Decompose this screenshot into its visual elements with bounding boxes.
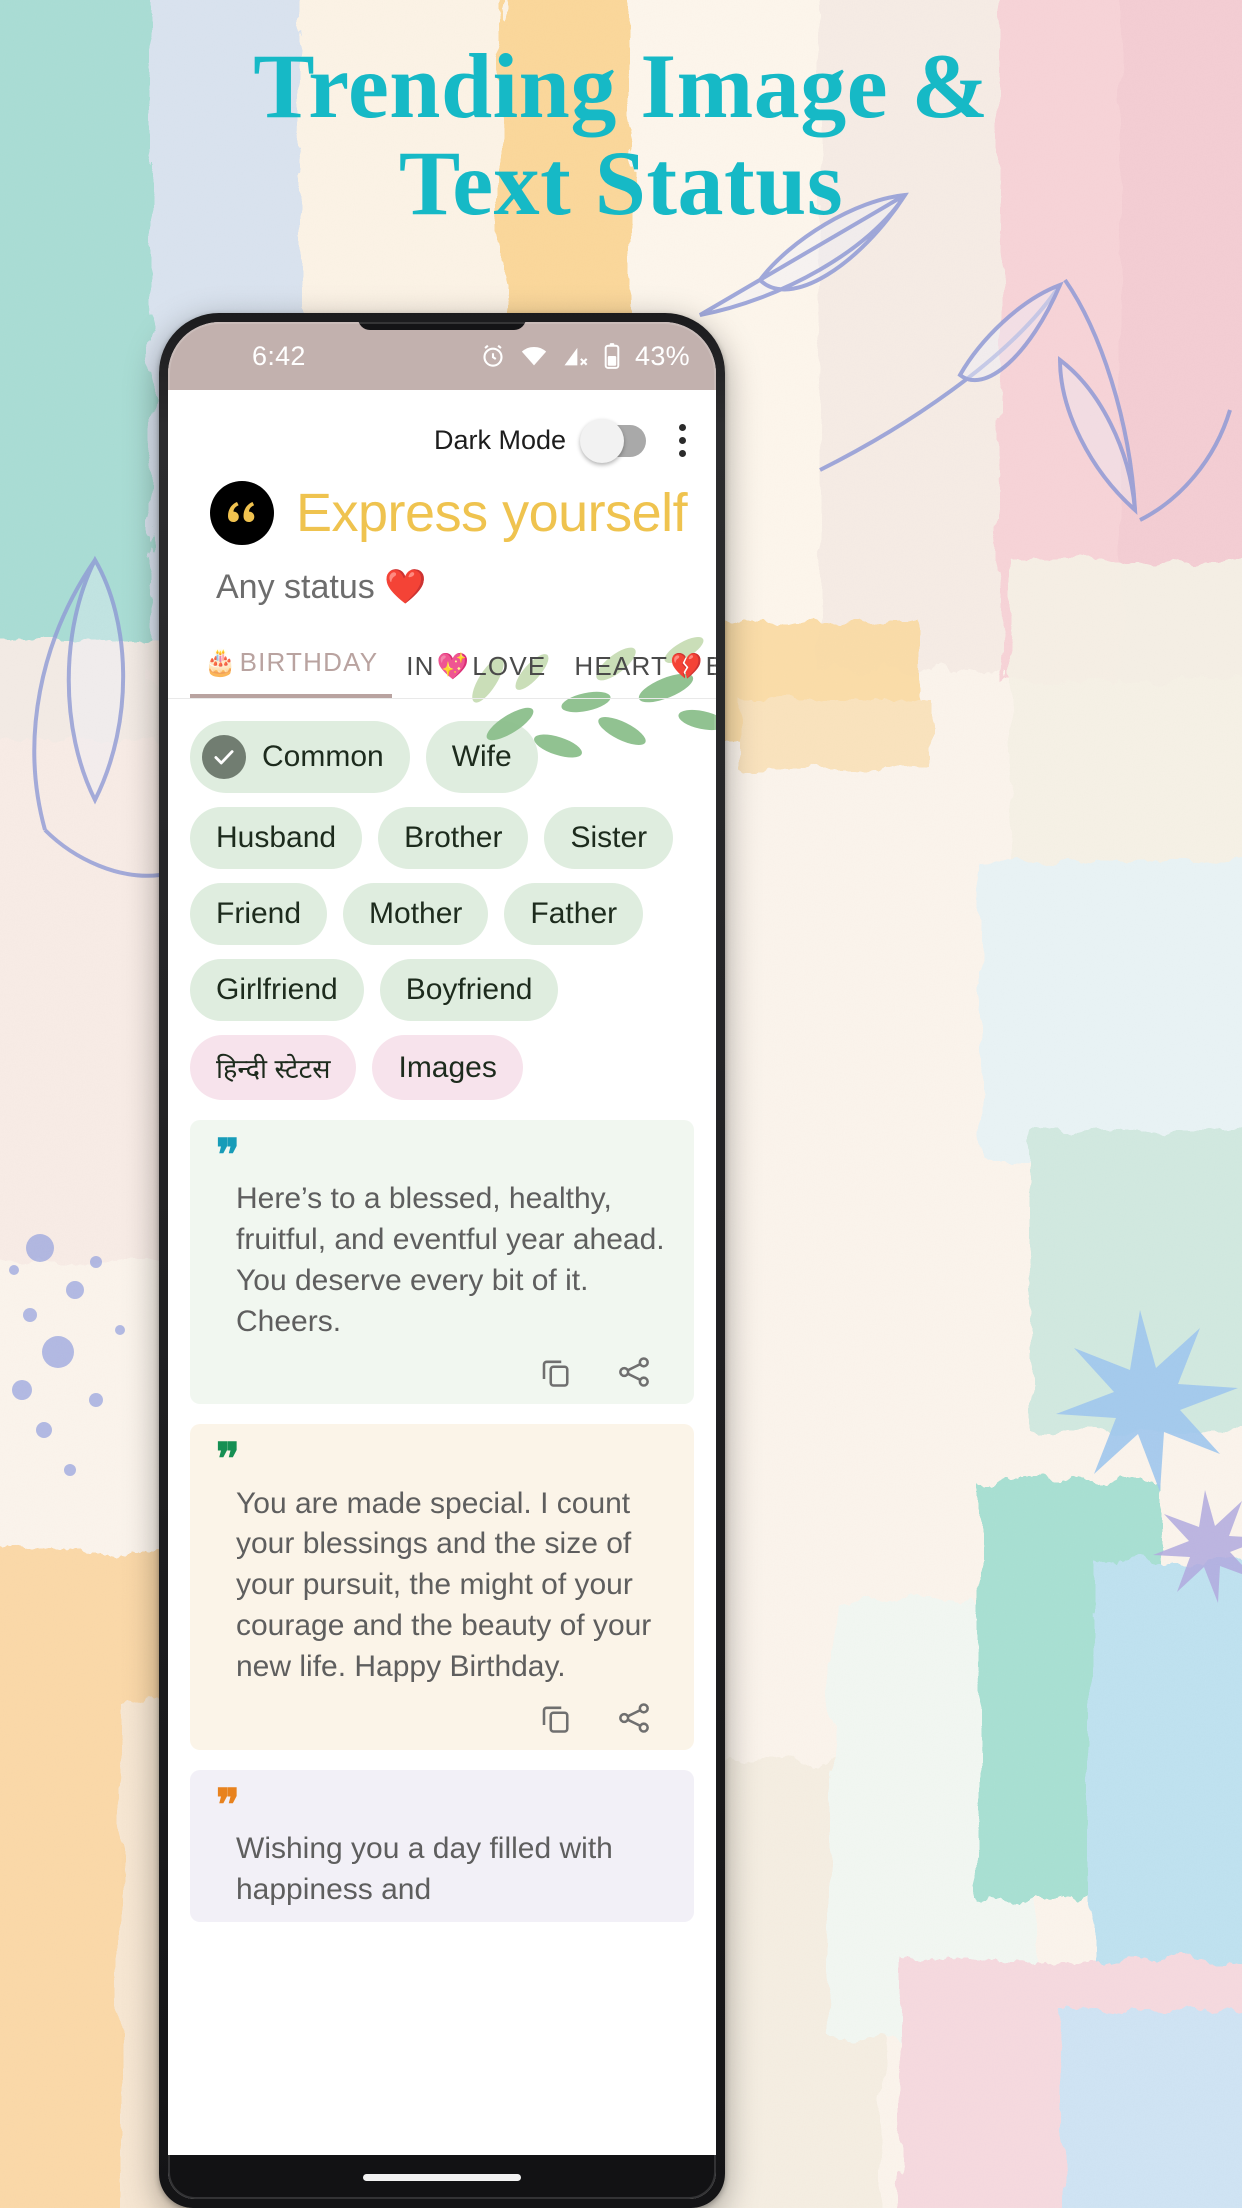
chip-label: Brother <box>404 821 503 854</box>
chip-label: Wife <box>451 740 512 773</box>
chip-label: Friend <box>216 897 302 930</box>
dot <box>678 437 686 444</box>
quote-text: Wishing you a day filled with happiness … <box>236 1831 613 1906</box>
quote-mark-icon: ❞ <box>216 1435 240 1485</box>
tab-birthday[interactable]: 🎂 BIRTHDAY <box>190 631 393 698</box>
app-top-bar: Dark Mode <box>168 390 716 471</box>
chip-common[interactable]: Common <box>190 721 410 793</box>
quote-card-actions <box>216 1342 668 1392</box>
quote-card[interactable]: ❞ You are made special. I count your ble… <box>190 1424 694 1750</box>
share-icon[interactable] <box>616 1354 652 1390</box>
category-chip-list: Common Wife Husband Brother Sister Frien… <box>168 699 716 1108</box>
quote-card[interactable]: ❞ Wishing you a day filled with happines… <box>190 1769 694 1923</box>
alarm-icon <box>479 342 507 370</box>
check-icon <box>202 735 246 779</box>
sparkling-heart-icon: 💖 <box>436 651 471 681</box>
quote-mark-logo-icon <box>210 481 274 545</box>
dark-mode-label: Dark Mode <box>433 425 566 455</box>
quote-card[interactable]: ❞ Here’s to a blessed, healthy, fruitful… <box>190 1120 694 1405</box>
tab-birthday-label: BIRTHDAY <box>239 647 379 677</box>
phone-notch <box>358 322 526 330</box>
chip-images[interactable]: Images <box>372 1035 523 1100</box>
share-icon[interactable] <box>616 1700 652 1736</box>
phone-screen: 6:42 43% Dark Mode Express yourself Any … <box>168 322 716 2199</box>
tab-heart-break[interactable]: HEART 💔 BREAK <box>560 635 716 698</box>
app-brand: Express yourself <box>168 471 716 545</box>
overflow-menu-icon[interactable] <box>664 418 700 463</box>
brand-subtitle: Any status ❤️ <box>216 568 427 606</box>
chip-father[interactable]: Father <box>504 883 644 945</box>
status-bar-time: 6:42 <box>252 340 306 371</box>
quote-text: Here’s to a blessed, healthy, fruitful, … <box>236 1182 665 1338</box>
chip-label: Husband <box>216 821 337 854</box>
status-bar-icons: 43% <box>479 341 690 372</box>
tab-in-love-suffix: LOVE <box>472 651 547 681</box>
chip-friend[interactable]: Friend <box>190 883 328 945</box>
category-tabs: 🎂 BIRTHDAY IN 💖 LOVE HEART 💔 BREAK <box>168 631 716 699</box>
dot <box>678 450 686 457</box>
chip-label: Sister <box>570 821 648 854</box>
chip-husband[interactable]: Husband <box>190 807 363 869</box>
tab-heart-break-prefix: HEART <box>574 651 669 681</box>
chip-label: Father <box>530 897 618 930</box>
phone-mockup: 6:42 43% Dark Mode Express yourself Any … <box>159 313 725 2208</box>
quote-text: You are made special. I count your bless… <box>236 1486 652 1683</box>
copy-icon[interactable] <box>538 1354 574 1390</box>
chip-label: Mother <box>369 897 463 930</box>
toggle-knob <box>580 418 624 463</box>
quote-mark-icon: ❞ <box>216 1780 240 1830</box>
headline-line-1: Trending Image & <box>253 35 989 137</box>
chip-girlfriend[interactable]: Girlfriend <box>190 959 364 1021</box>
promo-headline: Trending Image & Text Status <box>0 38 1242 232</box>
brand-title: Express yourself <box>296 483 688 543</box>
chip-mother[interactable]: Mother <box>343 883 489 945</box>
chip-wife[interactable]: Wife <box>425 721 538 793</box>
chip-label: Girlfriend <box>216 973 338 1006</box>
battery-percent: 43% <box>635 340 690 371</box>
cake-icon: 🎂 <box>204 647 238 677</box>
chip-sister[interactable]: Sister <box>544 807 674 869</box>
chip-hindi-status[interactable]: हिन्दी स्टेटस <box>190 1035 357 1100</box>
copy-icon[interactable] <box>538 1700 574 1736</box>
dark-mode-toggle[interactable] <box>580 418 646 463</box>
wifi-icon <box>520 342 548 370</box>
android-nav-bar <box>168 2155 716 2199</box>
gesture-pill[interactable] <box>363 2173 521 2181</box>
chip-label: Images <box>398 1050 497 1084</box>
quote-card-list: ❞ Here’s to a blessed, healthy, fruitful… <box>168 1108 716 2155</box>
chip-label: Common <box>262 740 384 773</box>
battery-icon <box>602 342 622 370</box>
chip-label: हिन्दी स्टेटस <box>216 1054 331 1084</box>
tab-in-love[interactable]: IN 💖 LOVE <box>392 635 560 698</box>
dot <box>678 424 686 431</box>
tab-in-love-prefix: IN <box>406 651 435 681</box>
app-content: Dark Mode Express yourself Any status ❤️… <box>168 390 716 2155</box>
status-bar: 6:42 43% <box>168 322 716 390</box>
chip-brother[interactable]: Brother <box>378 807 529 869</box>
tab-heart-break-suffix: BREAK <box>705 651 716 681</box>
quote-card-actions <box>216 1688 668 1738</box>
headline-line-2: Text Status <box>398 132 844 234</box>
chip-boyfriend[interactable]: Boyfriend <box>379 959 559 1021</box>
chip-label: Boyfriend <box>405 973 533 1006</box>
broken-heart-icon: 💔 <box>670 651 704 681</box>
quote-mark-icon: ❞ <box>216 1131 240 1180</box>
signal-off-icon <box>561 342 589 370</box>
